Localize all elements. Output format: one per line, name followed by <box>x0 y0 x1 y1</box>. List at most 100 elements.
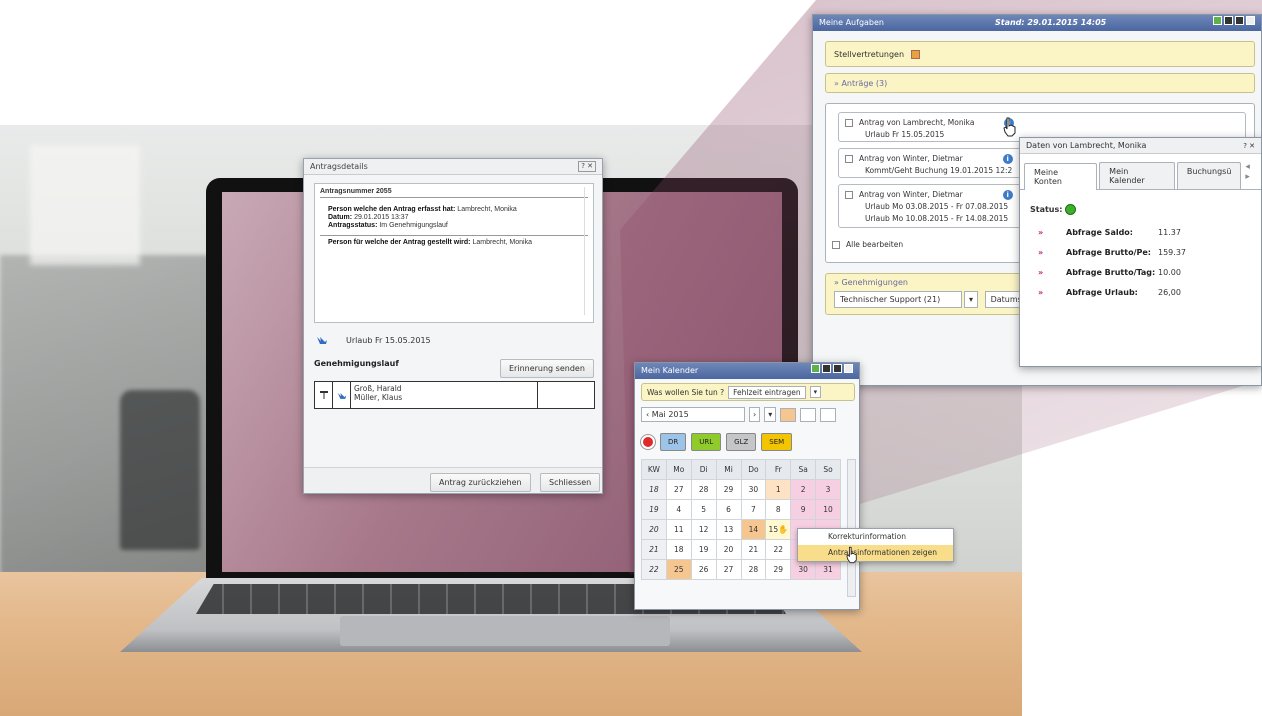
day-cell[interactable]: 18 <box>665 539 692 560</box>
status-value: Im Genehmigungslauf <box>379 222 448 229</box>
month-label: Mai 2015 <box>651 410 689 419</box>
minimize-icon[interactable] <box>1246 16 1255 25</box>
status-label: Status: <box>1030 205 1063 214</box>
legend-sem[interactable]: SEM <box>761 433 793 451</box>
day-cell[interactable]: 10 <box>815 499 841 520</box>
help-icon[interactable] <box>1235 16 1244 25</box>
edit-icon[interactable] <box>910 50 920 59</box>
genehmigungslauf-table: Groß, Harald Müller, Klaus <box>314 381 595 409</box>
lauf-status-cell <box>538 382 594 408</box>
lauf-persons: Groß, Harald Müller, Klaus <box>351 382 538 408</box>
dropdown-arrow-icon[interactable]: ▾ <box>764 407 777 422</box>
refresh-icon[interactable] <box>1213 16 1222 25</box>
wave-hand-icon <box>317 337 327 344</box>
day-cell[interactable]: 5 <box>690 499 717 520</box>
day-cell[interactable]: 30 <box>740 479 767 500</box>
dropdown-arrow-icon[interactable]: ▾ <box>809 386 822 398</box>
day-cell[interactable]: 29 <box>765 559 792 580</box>
info-icon[interactable]: i <box>1002 154 1013 164</box>
day-cell[interactable]: 30 <box>790 559 817 580</box>
day-cell[interactable]: 27 <box>715 559 742 580</box>
dropdown-arrow-icon[interactable]: ▾ <box>964 291 979 308</box>
tab-meine-konten[interactable]: Meine Konten <box>1024 163 1098 190</box>
alle-checkbox[interactable] <box>832 241 840 249</box>
day-cell[interactable]: 31 <box>815 559 841 580</box>
day-cell[interactable]: 12 <box>690 519 717 540</box>
view-year-icon[interactable] <box>820 407 837 422</box>
action-select[interactable]: Fehlzeit eintragen <box>728 385 806 399</box>
month-nav: ‹ Mai 2015 › ▾ <box>641 407 837 422</box>
help-close-icon[interactable]: ? ✕ <box>1243 138 1255 154</box>
help-close-icon[interactable]: ? ✕ <box>578 161 596 172</box>
refresh-icon[interactable] <box>811 364 820 373</box>
day-cell[interactable]: 22 <box>765 539 792 560</box>
info-icon[interactable]: i <box>1002 190 1013 200</box>
view-month-icon[interactable] <box>800 407 817 422</box>
day-cell[interactable]: 1 <box>765 479 792 500</box>
day-cell[interactable]: 29 <box>715 479 742 500</box>
alle-bearbeiten-row[interactable]: Alle bearbeiten <box>832 240 903 249</box>
tab-mein-kalender[interactable]: Mein Kalender <box>1099 162 1175 189</box>
daten-window: Daten von Lambrecht, Monika ? ✕ Meine Ko… <box>1019 137 1262 367</box>
col-header: Mi <box>715 459 742 480</box>
day-cell[interactable]: 3 <box>815 479 841 500</box>
item-checkbox[interactable] <box>845 155 853 163</box>
day-cell[interactable]: 14 <box>740 519 767 540</box>
day-cell[interactable]: 20 <box>715 539 742 560</box>
day-cell[interactable]: 9 <box>790 499 817 520</box>
konto-value: 11.37 <box>1158 228 1181 237</box>
day-cell[interactable]: 26 <box>690 559 717 580</box>
col-header: Do <box>740 459 767 480</box>
day-cell[interactable]: 11 <box>665 519 692 540</box>
item-checkbox[interactable] <box>845 119 853 127</box>
day-number: 15 <box>768 525 779 534</box>
chevron-right-icon: » <box>834 278 839 287</box>
stop-icon[interactable] <box>641 435 655 449</box>
day-cell[interactable]: 28 <box>740 559 767 580</box>
day-cell[interactable]: 6 <box>715 499 742 520</box>
legend-url[interactable]: URL <box>691 433 722 451</box>
item-title: Antrag von Lambrecht, Monika <box>859 118 975 127</box>
day-cell[interactable]: 19 <box>690 539 717 560</box>
antraege-panel-header[interactable]: » Anträge (3) <box>825 73 1255 93</box>
day-cell[interactable]: 25 <box>665 559 692 580</box>
context-menu-item-hover[interactable]: Antragsinformationen zeigen <box>798 545 953 561</box>
support-select[interactable]: Technischer Support (21) <box>834 291 962 308</box>
kalender-legend: DR URL GLZ SEM <box>641 433 793 451</box>
tab-buchungsuebersicht[interactable]: Buchungsü <box>1176 162 1242 189</box>
window-controls <box>809 363 853 379</box>
erinnerung-senden-button[interactable]: Erinnerung senden <box>500 359 594 378</box>
day-cell[interactable]: 4 <box>665 499 692 520</box>
month-select[interactable]: ‹ Mai 2015 <box>641 407 745 422</box>
help-icon[interactable] <box>833 364 842 373</box>
chevron-icon: » <box>1038 228 1044 237</box>
next-month-icon[interactable]: › <box>749 407 761 422</box>
week-row: 19 4 5 6 7 8 9 10 <box>641 499 841 520</box>
stellvertretungen-panel[interactable]: Stellvertretungen <box>825 41 1255 67</box>
view-week-icon[interactable] <box>780 407 797 422</box>
day-cell[interactable]: 28 <box>690 479 717 500</box>
legend-glz[interactable]: GLZ <box>726 433 757 451</box>
schliessen-button[interactable]: Schliessen <box>540 473 601 492</box>
tab-scroll-icons[interactable]: ◂ ▸ <box>1245 162 1257 189</box>
day-cell[interactable]: 8 <box>765 499 792 520</box>
context-menu-item[interactable]: Korrekturinformation <box>798 529 953 545</box>
antragsdetails-titlebar: Antragsdetails ? ✕ <box>304 159 602 175</box>
detail-scrollbar[interactable] <box>584 187 591 315</box>
antrag-urlaub-line: Urlaub Fr 15.05.2015 <box>316 335 431 345</box>
hand-cursor-icon <box>1003 117 1016 137</box>
legend-dr[interactable]: DR <box>660 433 687 451</box>
maximize-icon[interactable] <box>822 364 831 373</box>
day-cell-selected[interactable]: 15✋ <box>765 519 792 540</box>
antrag-zurueckziehen-button[interactable]: Antrag zurückziehen <box>430 473 531 492</box>
maximize-icon[interactable] <box>1224 16 1233 25</box>
item-checkbox[interactable] <box>845 191 853 199</box>
day-cell[interactable]: 21 <box>740 539 767 560</box>
status-label: Antragsstatus: <box>328 222 378 229</box>
day-cell[interactable]: 2 <box>790 479 817 500</box>
col-header: Mo <box>665 459 692 480</box>
day-cell[interactable]: 27 <box>665 479 692 500</box>
day-cell[interactable]: 13 <box>715 519 742 540</box>
day-cell[interactable]: 7 <box>740 499 767 520</box>
minimize-icon[interactable] <box>844 364 853 373</box>
